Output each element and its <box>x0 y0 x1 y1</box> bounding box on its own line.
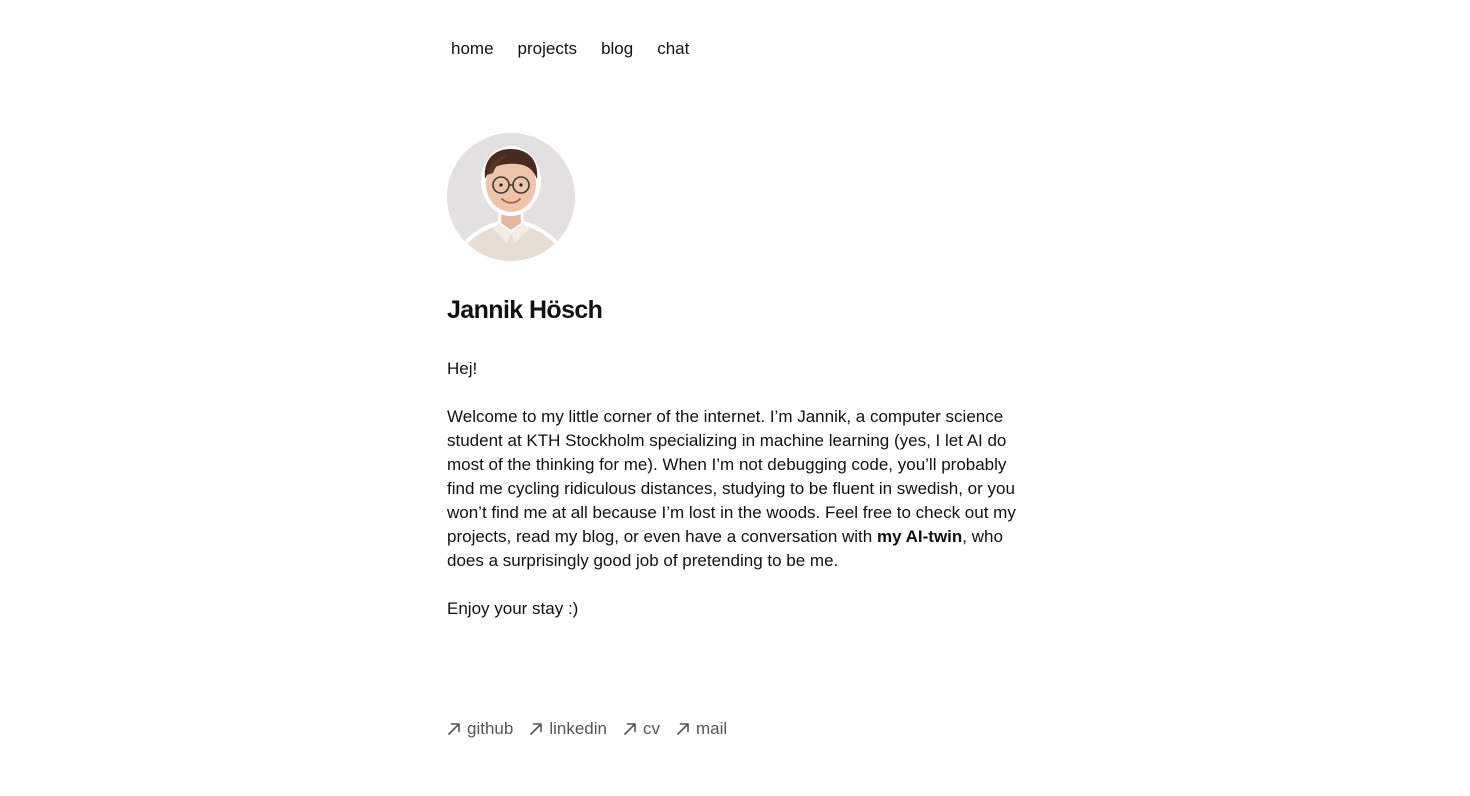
link-cv[interactable]: cv <box>623 718 660 740</box>
arrow-up-right-icon <box>677 723 689 735</box>
link-linkedin-label: linkedin <box>549 719 607 738</box>
page: home projects blog chat Jannik Hösch Hej… <box>0 0 1470 796</box>
intro-text-before: Welcome to my little corner of the inter… <box>447 407 1016 546</box>
social-links: github linkedin cv mail <box>447 718 727 740</box>
link-cv-label: cv <box>642 719 660 738</box>
link-mail-label: mail <box>695 719 728 738</box>
arrow-up-right-icon <box>530 723 543 735</box>
intro-content: Hej! Welcome to my little corner of the … <box>447 357 1027 645</box>
arrow-up-right-icon <box>448 723 460 735</box>
profile-name: Jannik Hösch <box>447 296 603 324</box>
nav-chat[interactable]: chat <box>657 38 689 60</box>
closing-line: Enjoy your stay :) <box>447 599 579 618</box>
nav-blog[interactable]: blog <box>601 38 633 60</box>
arrow-up-right-icon <box>624 723 636 735</box>
ai-twin-link[interactable]: my AI-twin <box>877 527 962 546</box>
link-mail[interactable]: mail <box>676 718 727 740</box>
avatar <box>447 133 575 261</box>
greeting: Hej! <box>447 359 478 378</box>
intro-paragraph: Welcome to my little corner of the inter… <box>447 405 1027 573</box>
link-github[interactable]: github <box>447 718 513 740</box>
nav-projects[interactable]: projects <box>518 38 578 60</box>
top-nav: home projects blog chat <box>451 38 689 60</box>
link-github-label: github <box>467 719 514 738</box>
avatar-portrait <box>447 133 575 261</box>
link-linkedin[interactable]: linkedin <box>529 718 607 740</box>
nav-home[interactable]: home <box>451 38 494 60</box>
